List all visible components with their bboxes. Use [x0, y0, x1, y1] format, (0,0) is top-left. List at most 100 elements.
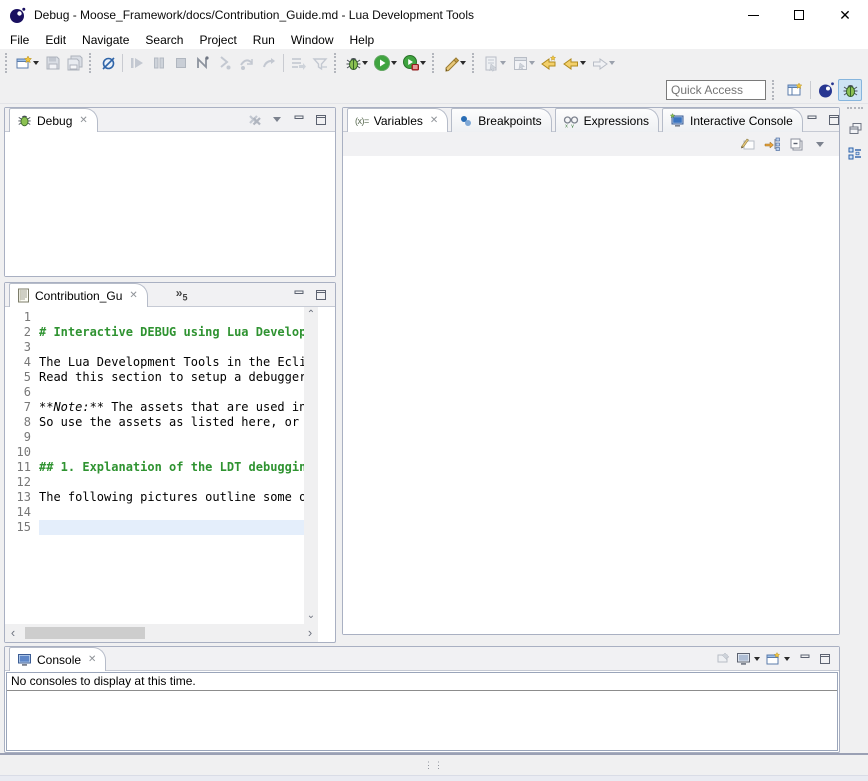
statusbar-drag-handle[interactable]: ⋮⋮ [424, 763, 444, 768]
editor-vertical-scrollbar[interactable]: ⌃ ⌄ [304, 307, 318, 624]
show-logical-structures-button[interactable] [763, 135, 781, 153]
tab-breakpoints[interactable]: Breakpoints [451, 108, 551, 132]
forward-button [589, 52, 611, 74]
new-dropdown-icon[interactable] [33, 61, 39, 65]
editor-more-tabs-button[interactable]: »5 [176, 286, 188, 302]
run-button[interactable] [371, 52, 393, 74]
menu-item-edit[interactable]: Edit [37, 32, 74, 48]
scroll-left-icon[interactable]: ‹ [5, 628, 21, 638]
run-dropdown-icon[interactable] [391, 61, 397, 65]
scroll-up-icon[interactable]: ⌃ [307, 310, 315, 320]
window-close-button[interactable]: ✕ [822, 0, 868, 30]
editor-line[interactable]: 15 [5, 520, 304, 535]
editor-line[interactable]: 12 [5, 475, 304, 490]
debug-view-content[interactable] [5, 132, 335, 276]
debug-maximize-button[interactable] [312, 111, 330, 129]
show-execution-icon [290, 55, 307, 72]
lua-perspective-button[interactable] [814, 79, 838, 101]
coverage-dropdown-icon[interactable] [420, 61, 426, 65]
back-dropdown-icon[interactable] [580, 61, 586, 65]
outline-view-button[interactable] [846, 145, 864, 163]
editor-line[interactable]: 1 [5, 310, 304, 325]
menu-item-help[interactable]: Help [342, 32, 383, 48]
editor-line[interactable]: 2# Interactive DEBUG using Lua Develop [5, 325, 304, 340]
last-edit-location-button[interactable] [538, 52, 560, 74]
menu-item-project[interactable]: Project [191, 32, 244, 48]
pin-console-button [714, 650, 732, 668]
editor-body[interactable]: 12# Interactive DEBUG using Lua Develop3… [5, 307, 335, 642]
scroll-down-icon[interactable]: ⌄ [307, 611, 315, 621]
editor-line[interactable]: 9 [5, 430, 304, 445]
open-console-button[interactable] [764, 650, 782, 668]
external-tools-dropdown-icon[interactable] [460, 61, 466, 65]
menu-item-file[interactable]: File [2, 32, 37, 48]
editor-text-area[interactable]: 12# Interactive DEBUG using Lua Develop3… [5, 310, 304, 624]
variables-content[interactable] [343, 156, 839, 634]
menu-item-run[interactable]: Run [245, 32, 283, 48]
variables-view-menu-button[interactable] [811, 135, 829, 153]
line-number: 9 [5, 430, 39, 445]
editor-minimize-button[interactable] [290, 286, 308, 304]
step-into-button [214, 52, 236, 74]
save-all-button[interactable] [64, 52, 86, 74]
editor-line[interactable]: 11## 1. Explanation of the LDT debuggin [5, 460, 304, 475]
close-icon[interactable]: ✕ [79, 115, 87, 126]
window-minimize-button[interactable] [730, 0, 776, 30]
tab-console[interactable]: Console ✕ [9, 647, 106, 671]
save-button[interactable] [42, 52, 64, 74]
editor-line[interactable]: 7**Note:** The assets that are used in [5, 400, 304, 415]
display-selected-console-button[interactable] [734, 650, 752, 668]
editor-line[interactable]: 14 [5, 505, 304, 520]
console-maximize-button[interactable] [816, 650, 834, 668]
editor-line[interactable]: 8So use the assets as listed here, or [5, 415, 304, 430]
perspective-drag-handle [772, 80, 777, 100]
tab-variables[interactable]: (x)= Variables ✕ [347, 108, 448, 132]
menu-item-window[interactable]: Window [283, 32, 342, 48]
debug-minimize-button[interactable] [290, 111, 308, 129]
debug-view-menu-button[interactable] [268, 111, 286, 129]
console-minimize-button[interactable] [796, 650, 814, 668]
open-perspective-button[interactable] [783, 79, 807, 101]
open-console-dropdown-icon[interactable] [784, 657, 790, 661]
skip-all-breakpoints-button[interactable] [97, 52, 119, 74]
quick-access-input[interactable] [666, 80, 766, 100]
debug-dropdown-icon[interactable] [362, 61, 368, 65]
tab-debug[interactable]: Debug ✕ [9, 108, 98, 132]
line-text [39, 445, 304, 460]
editor-line[interactable]: 13The following pictures outline some o [5, 490, 304, 505]
scrollbar-thumb[interactable] [25, 627, 145, 639]
tab-expressions[interactable]: x y Expressions [555, 108, 659, 132]
editor-line[interactable]: 5Read this section to setup a debugger [5, 370, 304, 385]
restore-view-button[interactable] [846, 119, 864, 137]
tab-contribution-guide[interactable]: Contribution_Gu ✕ [9, 283, 148, 307]
tab-interactive-console[interactable]: Interactive Console [662, 108, 803, 132]
coverage-button[interactable] [400, 52, 422, 74]
menu-item-search[interactable]: Search [137, 32, 191, 48]
remove-all-terminated-icon [247, 112, 263, 128]
close-icon[interactable]: ✕ [88, 654, 96, 665]
show-type-names-button[interactable] [739, 135, 757, 153]
editor-line[interactable]: 3 [5, 340, 304, 355]
menu-bar: FileEditNavigateSearchProjectRunWindowHe… [0, 30, 868, 49]
close-icon[interactable]: ✕ [430, 115, 438, 126]
editor-maximize-button[interactable] [312, 286, 330, 304]
variables-maximize-button[interactable] [825, 111, 843, 129]
display-console-dropdown-icon[interactable] [754, 657, 760, 661]
collapse-all-button[interactable] [787, 135, 805, 153]
variables-minimize-button[interactable] [803, 111, 821, 129]
external-tools-button[interactable] [440, 52, 462, 74]
editor-horizontal-scrollbar[interactable]: ‹ › [5, 624, 318, 642]
scroll-right-icon[interactable]: › [302, 628, 318, 638]
new-wizard-button[interactable] [13, 52, 35, 74]
debug-button[interactable] [342, 52, 364, 74]
console-content[interactable]: No consoles to display at this time. [6, 672, 838, 751]
menu-item-navigate[interactable]: Navigate [74, 32, 137, 48]
back-button[interactable] [560, 52, 582, 74]
editor-line[interactable]: 10 [5, 445, 304, 460]
debug-perspective-button[interactable] [838, 79, 862, 101]
editor-line[interactable]: 4The Lua Development Tools in the Ecli [5, 355, 304, 370]
editor-line[interactable]: 6 [5, 385, 304, 400]
close-icon[interactable]: ✕ [129, 290, 137, 301]
toolbar-drag-handle [432, 53, 437, 73]
window-maximize-button[interactable] [776, 0, 822, 30]
